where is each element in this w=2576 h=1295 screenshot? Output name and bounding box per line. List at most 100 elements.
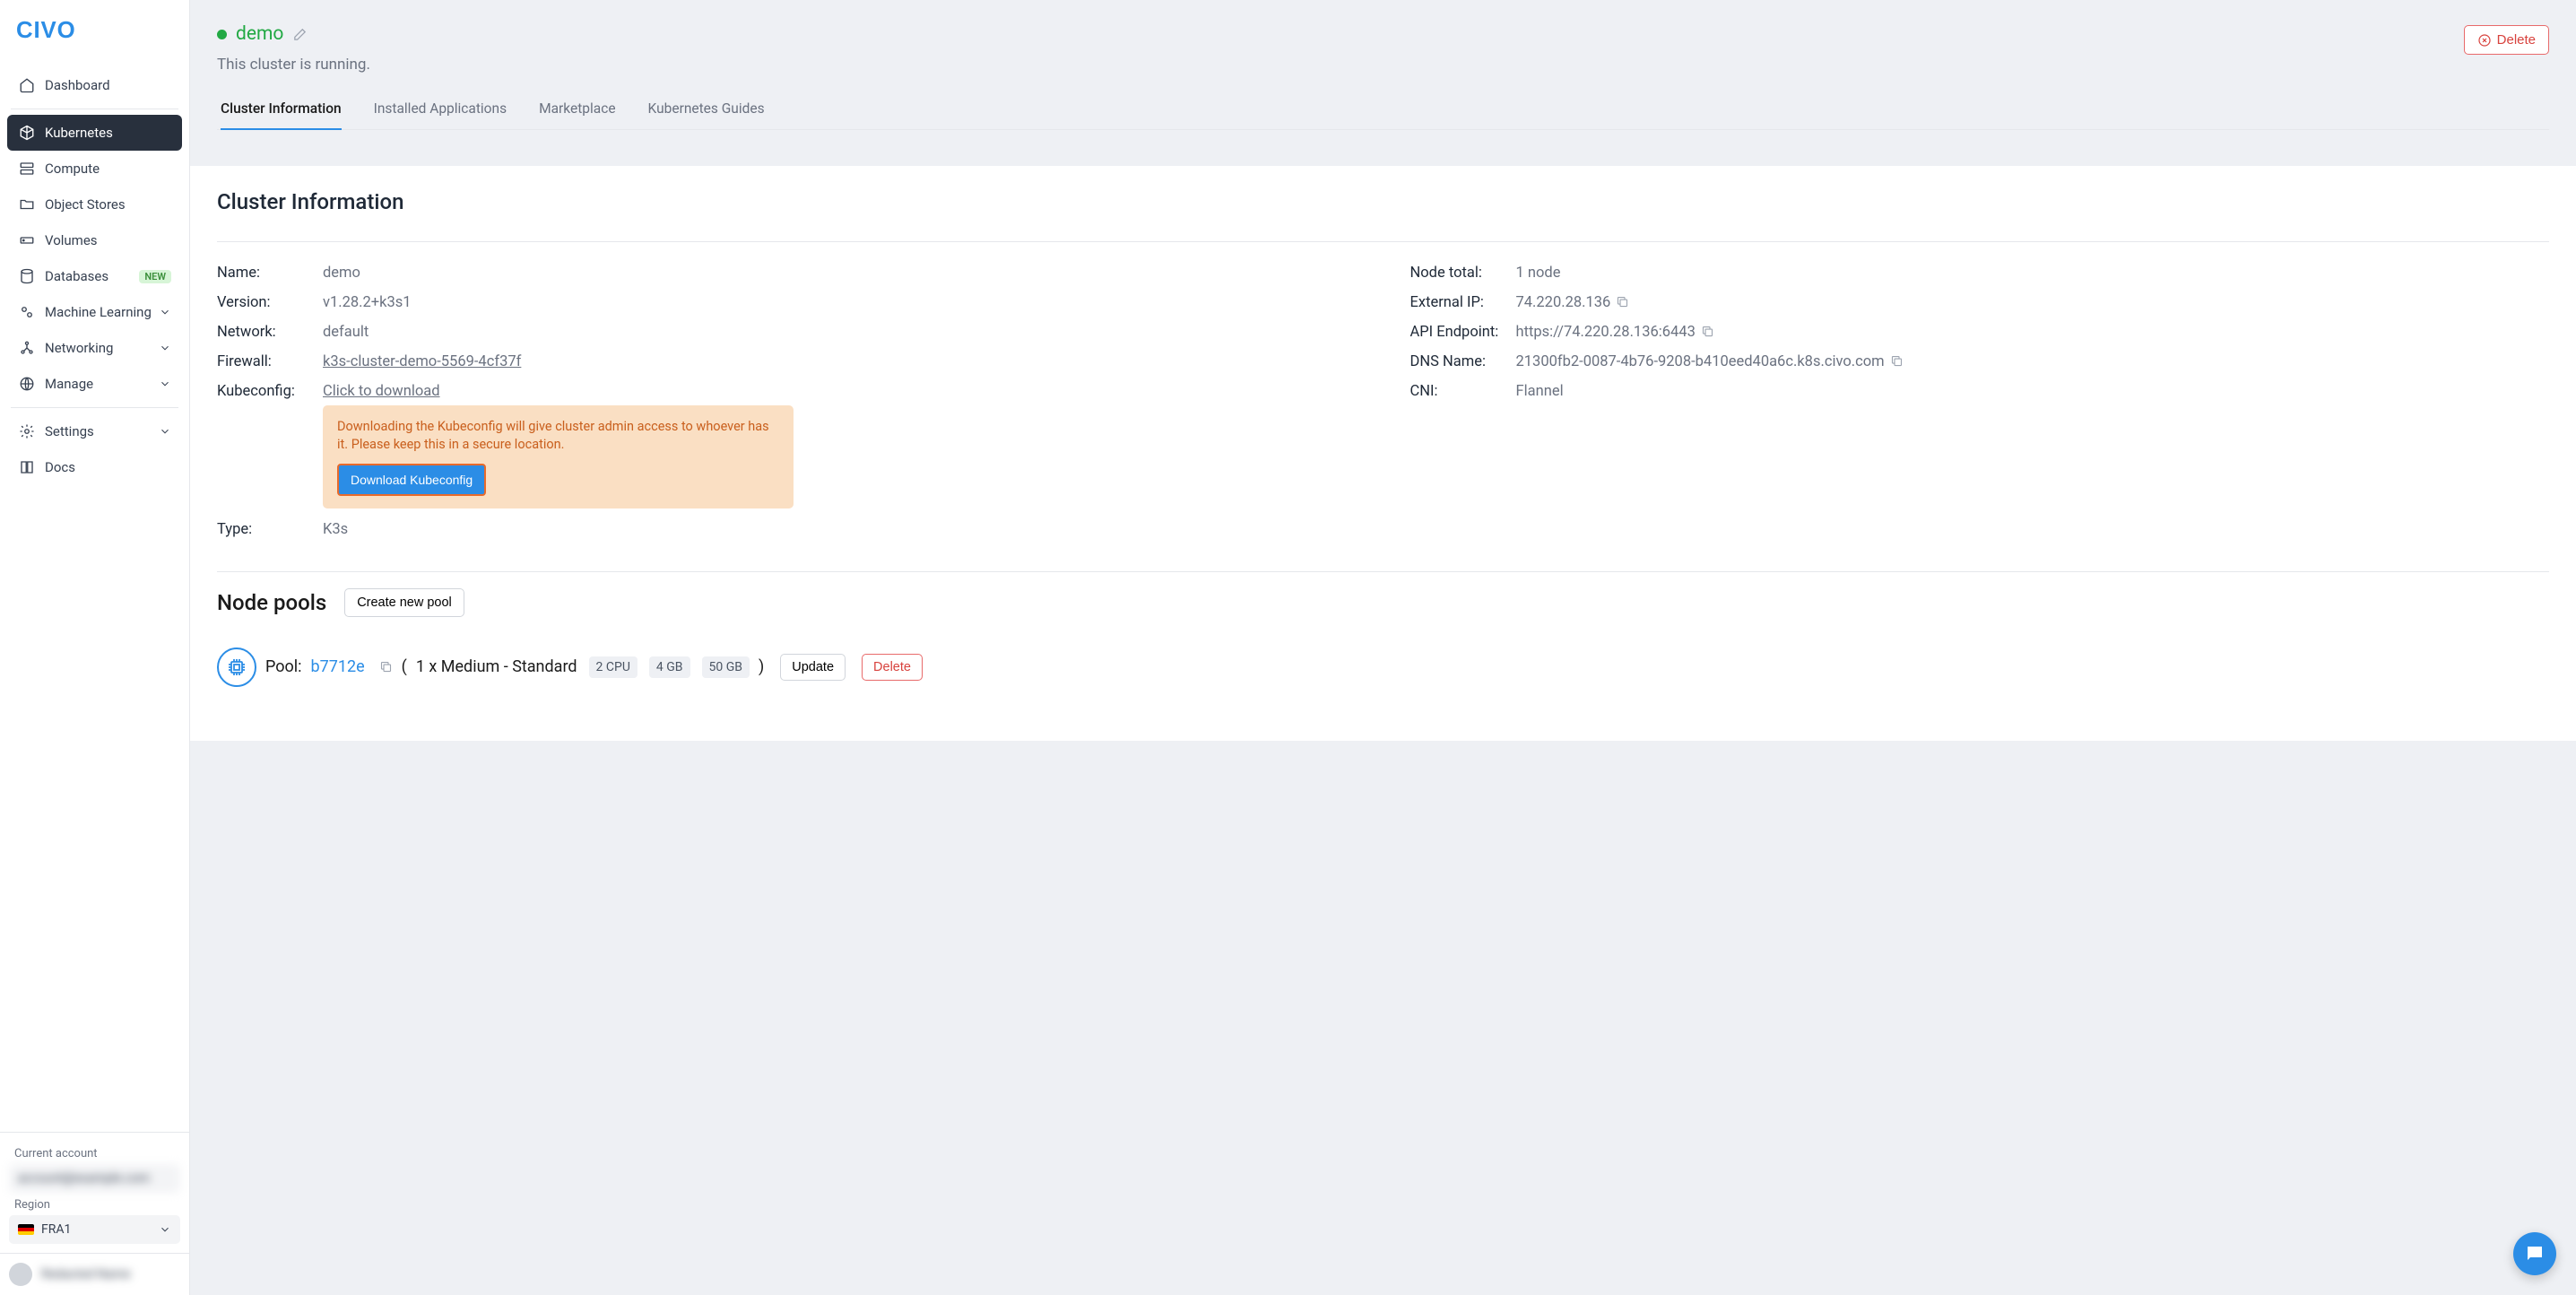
value-type: K3s	[323, 521, 348, 538]
tabs: Cluster Information Installed Applicatio…	[217, 93, 2549, 130]
sidebar-item-volumes[interactable]: Volumes	[7, 222, 182, 258]
sidebar-item-settings[interactable]: Settings	[7, 413, 182, 449]
home-icon	[18, 76, 36, 94]
value-network: default	[323, 324, 369, 341]
chevron-down-icon	[159, 1223, 171, 1236]
label-dns-name: DNS Name:	[1410, 353, 1516, 370]
value-node-total: 1 node	[1516, 265, 1561, 282]
label-kubeconfig: Kubeconfig:	[217, 383, 323, 400]
gear-cluster-icon	[18, 303, 36, 321]
sidebar-item-label: Volumes	[45, 232, 98, 248]
tab-marketplace[interactable]: Marketplace	[539, 93, 615, 129]
copy-icon[interactable]	[1616, 295, 1629, 309]
divider	[217, 571, 2549, 572]
globe-icon	[18, 375, 36, 393]
chat-icon	[2524, 1243, 2546, 1265]
label-firewall: Firewall:	[217, 353, 323, 370]
spec-mem: 4 GB	[649, 656, 690, 678]
avatar	[9, 1263, 32, 1286]
server-icon	[18, 160, 36, 178]
tab-installed-applications[interactable]: Installed Applications	[374, 93, 507, 129]
chevron-down-icon	[159, 306, 171, 318]
sidebar-item-label: Docs	[45, 459, 75, 475]
sidebar-item-label: Compute	[45, 161, 100, 177]
sidebar-item-databases[interactable]: Databases NEW	[7, 258, 182, 294]
region-label: Region	[14, 1198, 175, 1212]
circle-x-icon	[2477, 33, 2492, 48]
label-external-ip: External IP:	[1410, 294, 1516, 311]
sidebar-item-dashboard[interactable]: Dashboard	[7, 67, 182, 103]
label-node-total: Node total:	[1410, 265, 1516, 282]
pool-id-link[interactable]: b7712e	[311, 657, 365, 676]
section-title-cluster-info: Cluster Information	[217, 189, 2549, 214]
delete-cluster-button[interactable]: Delete	[2464, 25, 2549, 55]
region-selector[interactable]: FRA1	[9, 1215, 180, 1244]
label-type: Type:	[217, 521, 323, 538]
kubeconfig-warning-text: Downloading the Kubeconfig will give clu…	[337, 418, 779, 455]
create-pool-button[interactable]: Create new pool	[344, 588, 464, 617]
sidebar-item-label: Machine Learning	[45, 304, 152, 320]
sidebar-item-machine-learning[interactable]: Machine Learning	[7, 294, 182, 330]
divider	[217, 241, 2549, 242]
chevron-down-icon	[159, 342, 171, 354]
label-name: Name:	[217, 265, 323, 282]
download-kubeconfig-button[interactable]: Download Kubeconfig	[337, 464, 486, 496]
label-api-endpoint: API Endpoint:	[1410, 324, 1516, 341]
flag-de-icon	[18, 1224, 34, 1235]
sidebar-item-kubernetes[interactable]: Kubernetes	[7, 115, 182, 151]
cluster-info-grid: Name:demo Version:v1.28.2+k3s1 Network:d…	[217, 258, 2549, 544]
cube-icon	[18, 124, 36, 142]
chevron-down-icon	[159, 378, 171, 390]
user-name: Redacted Name	[41, 1267, 131, 1282]
chat-widget-button[interactable]	[2513, 1232, 2556, 1275]
folder-icon	[18, 196, 36, 213]
sidebar-item-object-stores[interactable]: Object Stores	[7, 187, 182, 222]
label-version: Version:	[217, 294, 323, 311]
user-row[interactable]: Redacted Name	[0, 1253, 189, 1295]
pool-desc: 1 x Medium - Standard	[416, 657, 577, 676]
sidebar-item-docs[interactable]: Docs	[7, 449, 182, 485]
cluster-status-text: This cluster is running.	[217, 56, 2549, 74]
account-label: Current account	[14, 1147, 175, 1160]
value-name: demo	[323, 265, 360, 282]
sidebar-item-compute[interactable]: Compute	[7, 151, 182, 187]
chevron-down-icon	[159, 425, 171, 438]
sidebar-item-manage[interactable]: Manage	[7, 366, 182, 402]
label-network: Network:	[217, 324, 323, 341]
section-title-node-pools: Node pools	[217, 590, 326, 615]
pool-desc-open: (	[402, 657, 407, 676]
gear-icon	[18, 422, 36, 440]
sidebar-item-networking[interactable]: Networking	[7, 330, 182, 366]
cpu-chip-icon	[217, 648, 256, 687]
spec-disk: 50 GB	[702, 656, 750, 678]
pool-update-button[interactable]: Update	[780, 654, 846, 681]
kubeconfig-download-link[interactable]: Click to download	[323, 383, 440, 400]
sidebar-divider	[11, 407, 178, 408]
value-cni: Flannel	[1516, 383, 1564, 400]
page-header: demo Delete This cluster is running. Clu…	[190, 0, 2576, 130]
account-selector[interactable]: account@example.com	[9, 1164, 180, 1193]
kubeconfig-warning-box: Downloading the Kubeconfig will give clu…	[323, 405, 794, 508]
copy-icon[interactable]	[1701, 325, 1714, 338]
copy-icon[interactable]	[1890, 354, 1904, 368]
copy-icon[interactable]	[379, 660, 393, 674]
sidebar-item-label: Object Stores	[45, 196, 126, 213]
sidebar: CIVO Dashboard Kubernetes Compute Object…	[0, 0, 190, 1295]
sidebar-item-label: Settings	[45, 423, 94, 439]
new-badge: NEW	[139, 270, 171, 283]
label-cni: CNI:	[1410, 383, 1516, 400]
book-icon	[18, 458, 36, 476]
pool-delete-button[interactable]: Delete	[862, 654, 923, 681]
value-version: v1.28.2+k3s1	[323, 294, 412, 311]
drive-icon	[18, 231, 36, 249]
brand-logo[interactable]: CIVO	[0, 0, 189, 67]
sidebar-item-label: Databases	[45, 268, 108, 284]
value-api-endpoint: https://74.220.28.136:6443	[1516, 324, 1696, 341]
edit-icon[interactable]	[292, 27, 308, 42]
sidebar-footer: Current account account@example.com Regi…	[0, 1132, 189, 1253]
tab-cluster-information[interactable]: Cluster Information	[221, 93, 342, 129]
status-dot-running	[217, 30, 227, 39]
sidebar-item-label: Kubernetes	[45, 125, 113, 141]
value-firewall-link[interactable]: k3s-cluster-demo-5569-4cf37f	[323, 353, 521, 370]
tab-kubernetes-guides[interactable]: Kubernetes Guides	[648, 93, 765, 129]
